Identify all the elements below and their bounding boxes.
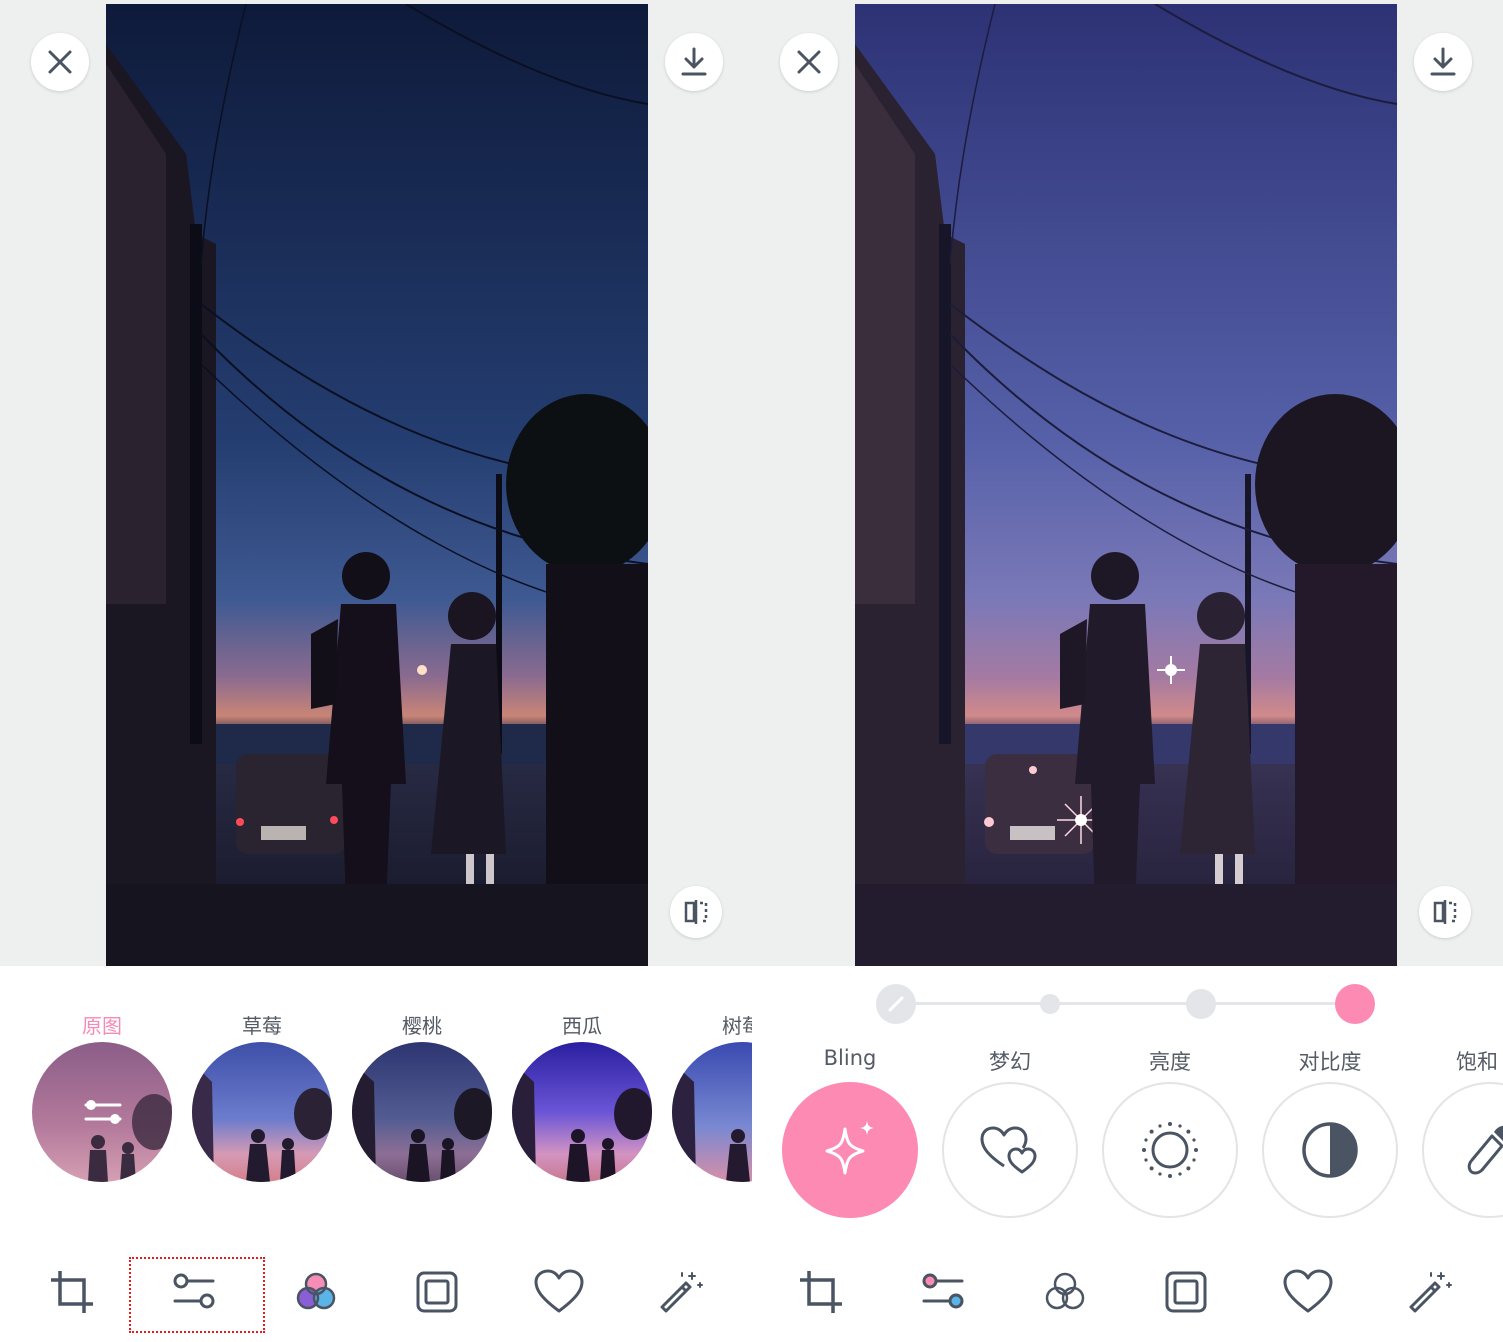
magic-wand-icon bbox=[1409, 1272, 1452, 1313]
adj-bling-button[interactable] bbox=[782, 1082, 918, 1218]
tool-crop[interactable] bbox=[42, 1266, 102, 1318]
tool-sticker[interactable] bbox=[529, 1266, 589, 1318]
filter-thumb-watermelon[interactable] bbox=[512, 1042, 652, 1182]
close-icon bbox=[797, 50, 821, 74]
color-filter-icon bbox=[296, 1272, 336, 1310]
close-button[interactable] bbox=[780, 33, 838, 91]
contrast-icon bbox=[1302, 1122, 1358, 1178]
frame-icon bbox=[1165, 1271, 1207, 1313]
filter-label-watermelon: 西瓜 bbox=[562, 1014, 602, 1038]
tool-frame[interactable] bbox=[1156, 1266, 1216, 1318]
adj-label-dreamy: 梦幻 bbox=[989, 1050, 1031, 1074]
tool-filter[interactable] bbox=[286, 1266, 346, 1318]
slider-step-off[interactable] bbox=[876, 984, 916, 1024]
slider-track bbox=[896, 1002, 1356, 1005]
selection-highlight bbox=[129, 1257, 265, 1333]
adj-dreamy-button[interactable] bbox=[942, 1082, 1078, 1218]
adj-contrast-button[interactable] bbox=[1262, 1082, 1398, 1218]
slider-step-mid[interactable] bbox=[1186, 989, 1216, 1019]
magic-wand-icon bbox=[660, 1272, 703, 1313]
adj-label-brightness: 亮度 bbox=[1149, 1050, 1191, 1074]
adj-label-bling: Bling bbox=[823, 1046, 877, 1070]
brightness-icon bbox=[1142, 1122, 1198, 1178]
filter-label-strawberry: 草莓 bbox=[242, 1014, 282, 1038]
slider-step-low[interactable] bbox=[1040, 994, 1060, 1014]
heart-icon bbox=[534, 1269, 584, 1313]
compare-button[interactable] bbox=[1419, 886, 1471, 938]
adjust-panel: Bling 梦幻 亮度 对比度 饱和 bbox=[752, 0, 1503, 1342]
download-button[interactable] bbox=[665, 33, 723, 91]
compare-button[interactable] bbox=[670, 886, 722, 938]
hearts-icon bbox=[980, 1126, 1037, 1174]
tool-magic[interactable] bbox=[651, 1266, 711, 1318]
filter-thumb-strawberry[interactable] bbox=[192, 1042, 332, 1182]
photo-preview bbox=[855, 4, 1397, 966]
heart-icon bbox=[1283, 1269, 1333, 1313]
download-icon bbox=[1430, 47, 1456, 76]
slider-step-high[interactable] bbox=[1335, 984, 1375, 1024]
intensity-slider[interactable] bbox=[876, 982, 1376, 1026]
adj-brightness-button[interactable] bbox=[1102, 1082, 1238, 1218]
frame-icon bbox=[416, 1271, 458, 1313]
tool-adjust[interactable] bbox=[913, 1266, 973, 1318]
sliders-icon bbox=[922, 1273, 964, 1309]
no-effect-icon bbox=[888, 996, 904, 1012]
tool-frame[interactable] bbox=[407, 1266, 467, 1318]
color-filter-icon bbox=[1045, 1272, 1085, 1310]
dropper-icon bbox=[1467, 1125, 1503, 1175]
crop-icon bbox=[800, 1271, 842, 1313]
download-button[interactable] bbox=[1414, 33, 1472, 91]
tool-crop[interactable] bbox=[791, 1266, 851, 1318]
compare-icon bbox=[1433, 900, 1457, 924]
compare-icon bbox=[684, 900, 708, 924]
filter-label-raspberry: 树莓 bbox=[722, 1014, 752, 1038]
filter-thumb-cherry[interactable] bbox=[352, 1042, 492, 1182]
adj-label-saturation: 饱和 bbox=[1456, 1050, 1498, 1074]
photo-preview bbox=[106, 4, 648, 966]
filter-thumb-original[interactable] bbox=[32, 1042, 172, 1182]
sparkle-icon bbox=[825, 1121, 874, 1175]
close-icon bbox=[48, 50, 72, 74]
photo-preview-area bbox=[0, 0, 752, 966]
tool-magic[interactable] bbox=[1400, 1266, 1460, 1318]
tool-sticker[interactable] bbox=[1278, 1266, 1338, 1318]
filter-label-cherry: 樱桃 bbox=[402, 1014, 442, 1038]
photo-preview-area bbox=[752, 0, 1503, 966]
crop-icon bbox=[51, 1271, 93, 1313]
adj-label-contrast: 对比度 bbox=[1298, 1050, 1362, 1074]
close-button[interactable] bbox=[31, 33, 89, 91]
filter-label-original: 原图 bbox=[82, 1014, 122, 1038]
download-icon bbox=[681, 47, 707, 76]
tool-filter[interactable] bbox=[1035, 1266, 1095, 1318]
filter-panel: 原图 草莓 樱桃 西瓜 树莓 bbox=[0, 0, 752, 1342]
